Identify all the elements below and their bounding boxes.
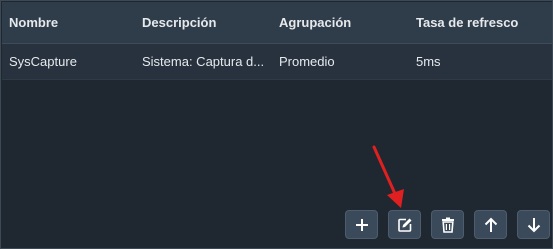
annotation-arrow-icon xyxy=(372,145,404,208)
arrow-up-icon xyxy=(484,217,497,232)
delete-button[interactable] xyxy=(431,210,464,239)
edit-icon xyxy=(397,218,411,232)
cell-tasa-de-refresco: 5ms xyxy=(416,54,441,69)
add-button[interactable] xyxy=(345,210,378,239)
cell-descripcion: Sistema: Captura d... xyxy=(142,54,265,69)
action-toolbar xyxy=(345,210,550,239)
data-table: Nombre Descripción Agrupación Tasa de re… xyxy=(2,2,552,80)
cell-agrupacion: Promedio xyxy=(279,54,335,69)
cell-nombre: SysCapture xyxy=(9,54,77,69)
table-row[interactable]: SysCapture Sistema: Captura d... Promedi… xyxy=(2,44,552,80)
plus-icon xyxy=(355,218,368,231)
column-header-tasa-de-refresco[interactable]: Tasa de refresco xyxy=(409,15,552,30)
column-header-agrupacion[interactable]: Agrupación xyxy=(272,15,409,30)
edit-button[interactable] xyxy=(388,210,421,239)
column-header-nombre[interactable]: Nombre xyxy=(2,15,135,30)
table-header: Nombre Descripción Agrupación Tasa de re… xyxy=(2,2,552,44)
trash-icon xyxy=(441,217,454,233)
arrow-down-icon xyxy=(527,217,540,232)
move-down-button[interactable] xyxy=(517,210,550,239)
move-up-button[interactable] xyxy=(474,210,507,239)
column-header-descripcion[interactable]: Descripción xyxy=(135,15,272,30)
